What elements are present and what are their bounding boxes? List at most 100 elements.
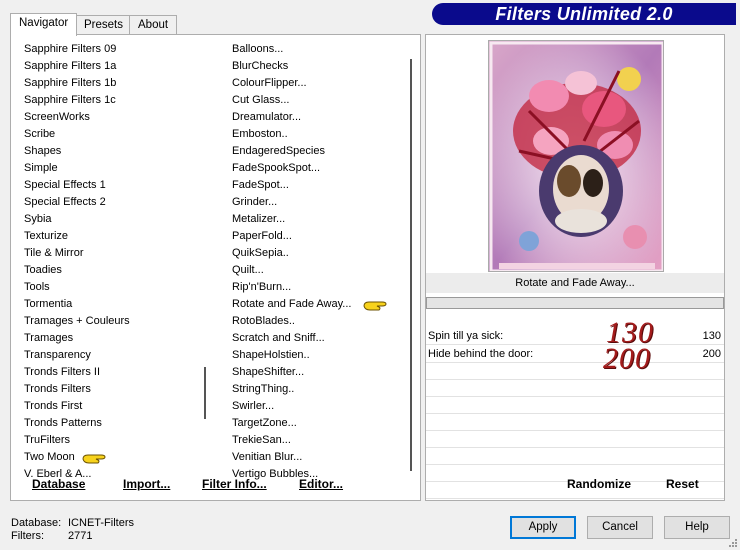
list-item[interactable]: ScreenWorks xyxy=(21,109,201,126)
filters-count-value: 2771 xyxy=(68,530,93,542)
list-item[interactable]: Tronds Filters II xyxy=(21,364,201,381)
preview-panel: Rotate and Fade Away... Spin till ya sic… xyxy=(425,34,725,501)
navigator-panel: Sapphire Filters 09 Sapphire Filters 1a Sa… xyxy=(10,34,421,501)
list-item[interactable]: Cut Glass... xyxy=(229,92,407,109)
apply-button[interactable]: Apply xyxy=(510,516,576,539)
list-item[interactable]: EndageredSpecies xyxy=(229,143,407,160)
list-item-label: ShapeShifter... xyxy=(232,366,305,378)
list-item-label: Swirler... xyxy=(232,400,275,412)
tab-navigator[interactable]: Navigator xyxy=(10,13,78,36)
list-item[interactable]: Grinder... xyxy=(229,194,407,211)
list-item[interactable]: Rotate and Fade Away... xyxy=(229,296,407,313)
list-item-label: Sapphire Filters 1c xyxy=(24,94,116,106)
list-item[interactable]: Two Moon xyxy=(21,449,201,466)
list-item[interactable]: Tile & Mirror xyxy=(21,245,201,262)
list-item[interactable]: QuikSepia.. xyxy=(229,245,407,262)
param-row-empty xyxy=(426,414,724,431)
list-item-label: Tronds Filters xyxy=(24,383,91,395)
reset-button[interactable]: Reset xyxy=(666,477,699,491)
list-item[interactable]: Scratch and Sniff... xyxy=(229,330,407,347)
param-row[interactable]: Hide behind the door: 200 xyxy=(426,345,724,363)
list-item-label: Tramages + Couleurs xyxy=(24,315,130,327)
help-button[interactable]: Help xyxy=(664,516,730,539)
list-item[interactable]: Tronds Patterns xyxy=(21,415,201,432)
list-item[interactable]: Sapphire Filters 1a xyxy=(21,58,201,75)
param-row[interactable]: Spin till ya sick: 130 xyxy=(426,327,724,345)
list-item-label: Simple xyxy=(24,162,58,174)
list-item-label: Metalizer... xyxy=(232,213,286,225)
list-item[interactable]: Venitian Blur... xyxy=(229,449,407,466)
list-item[interactable]: Metalizer... xyxy=(229,211,407,228)
tab-about[interactable]: About xyxy=(129,15,178,35)
category-scrollbar[interactable] xyxy=(201,41,209,471)
list-item[interactable]: Sapphire Filters 1c xyxy=(21,92,201,109)
param-label: Hide behind the door: xyxy=(428,348,534,360)
list-item-label: Tronds Filters II xyxy=(24,366,100,378)
database-button[interactable]: Database xyxy=(32,477,85,491)
list-item-label: Shapes xyxy=(24,145,62,157)
tab-presets[interactable]: Presets xyxy=(75,15,132,35)
list-item[interactable]: Tronds Filters xyxy=(21,381,201,398)
list-item[interactable]: Toadies xyxy=(21,262,201,279)
list-item[interactable]: Texturize xyxy=(21,228,201,245)
list-item[interactable]: RotoBlades.. xyxy=(229,313,407,330)
list-item[interactable]: ColourFlipper... xyxy=(229,75,407,92)
filter-list[interactable]: Balloons... BlurChecks ColourFlipper... Cut… xyxy=(229,41,407,483)
category-scroll-thumb[interactable] xyxy=(204,367,206,419)
list-item[interactable]: Tools xyxy=(21,279,201,296)
list-item[interactable]: Shapes xyxy=(21,143,201,160)
list-item[interactable]: Scribe xyxy=(21,126,201,143)
list-item[interactable]: Swirler... xyxy=(229,398,407,415)
list-item[interactable]: Dreamulator... xyxy=(229,109,407,126)
list-item-label: Toadies xyxy=(24,264,62,276)
filter-info-button[interactable]: Filter Info... xyxy=(202,477,267,491)
list-item[interactable]: PaperFold... xyxy=(229,228,407,245)
list-item[interactable]: FadeSpookSpot... xyxy=(229,160,407,177)
list-item[interactable]: TrekieSan... xyxy=(229,432,407,449)
list-item-label: Tormentia xyxy=(24,298,73,310)
param-row-empty xyxy=(426,380,724,397)
list-item[interactable]: TruFilters xyxy=(21,432,201,449)
list-item[interactable]: BlurChecks xyxy=(229,58,407,75)
list-item[interactable]: Tronds First xyxy=(21,398,201,415)
progress-bar xyxy=(426,297,724,309)
randomize-button[interactable]: Randomize xyxy=(567,477,631,491)
preview-image xyxy=(488,40,664,272)
list-item[interactable]: Simple xyxy=(21,160,201,177)
import-button[interactable]: Import... xyxy=(123,477,170,491)
pointing-hand-icon xyxy=(82,454,106,464)
list-item[interactable]: Tormentia xyxy=(21,296,201,313)
filter-scroll-thumb[interactable] xyxy=(410,59,412,471)
list-item[interactable]: Transparency xyxy=(21,347,201,364)
list-item[interactable]: Tramages + Couleurs xyxy=(21,313,201,330)
list-item[interactable]: Special Effects 1 xyxy=(21,177,201,194)
editor-button[interactable]: Editor... xyxy=(299,477,343,491)
list-item[interactable]: ShapeHolstien.. xyxy=(229,347,407,364)
list-item[interactable]: TargetZone... xyxy=(229,415,407,432)
list-item[interactable]: Quilt... xyxy=(229,262,407,279)
list-item[interactable]: FadeSpot... xyxy=(229,177,407,194)
category-list[interactable]: Sapphire Filters 09 Sapphire Filters 1a Sa… xyxy=(21,41,201,483)
list-item-label: Special Effects 1 xyxy=(24,179,106,191)
list-item-label: ScreenWorks xyxy=(24,111,90,123)
list-item[interactable]: Tramages xyxy=(21,330,201,347)
cancel-button[interactable]: Cancel xyxy=(587,516,653,539)
filter-scrollbar[interactable] xyxy=(407,41,415,471)
list-item-label: PaperFold... xyxy=(232,230,292,242)
list-item[interactable]: Sapphire Filters 1b xyxy=(21,75,201,92)
list-item-label: Emboston.. xyxy=(232,128,288,140)
list-item[interactable]: Sapphire Filters 09 xyxy=(21,41,201,58)
list-item[interactable]: StringThing.. xyxy=(229,381,407,398)
list-item[interactable]: Rip'n'Burn... xyxy=(229,279,407,296)
list-item[interactable]: Sybia xyxy=(21,211,201,228)
list-item[interactable]: Emboston.. xyxy=(229,126,407,143)
list-item-label: Cut Glass... xyxy=(232,94,290,106)
list-item[interactable]: ShapeShifter... xyxy=(229,364,407,381)
list-item[interactable]: Balloons... xyxy=(229,41,407,58)
list-item-label: BlurChecks xyxy=(232,60,289,72)
param-row-empty xyxy=(426,397,724,414)
param-value: 200 xyxy=(702,348,721,360)
list-item-label: RotoBlades.. xyxy=(232,315,295,327)
resize-grip-icon[interactable] xyxy=(726,536,738,548)
list-item[interactable]: Special Effects 2 xyxy=(21,194,201,211)
